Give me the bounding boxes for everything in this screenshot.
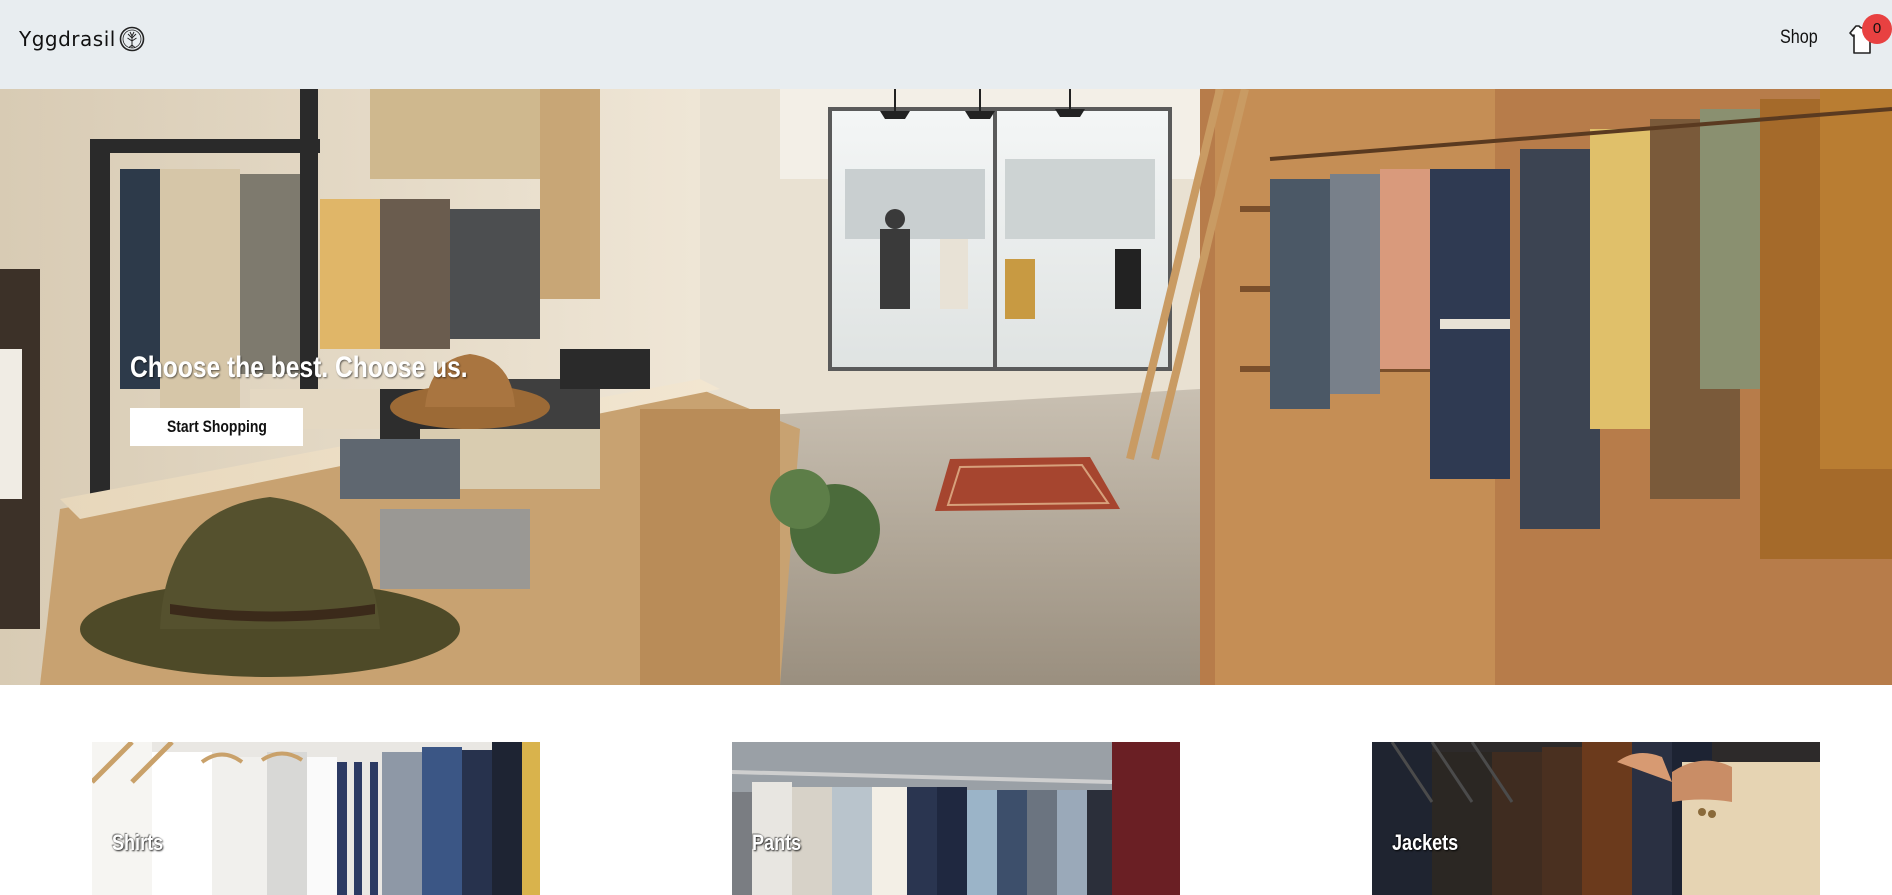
cart-button[interactable]: 0 <box>1846 14 1892 56</box>
start-shopping-label: Start Shopping <box>166 417 267 436</box>
brand-name: Yggdrasil <box>19 27 116 51</box>
hero-banner: Choose the best. Choose us. Start Shoppi… <box>0 89 1892 685</box>
pants-on-rack-image <box>732 742 1180 895</box>
cart-count-badge: 0 <box>1862 14 1892 44</box>
hero-headline: Choose the best. Choose us. <box>130 351 468 384</box>
tree-of-life-icon <box>119 26 145 52</box>
brand-logo-link[interactable]: Yggdrasil <box>19 26 145 52</box>
shirts-on-hangers-image <box>92 742 540 895</box>
category-label: Pants <box>752 830 802 855</box>
site-header: Yggdrasil Shop 0 <box>0 0 1892 89</box>
category-card-pants[interactable]: Pants <box>732 742 1180 895</box>
category-card-jackets[interactable]: Jackets <box>1372 742 1820 895</box>
category-card-shirts[interactable]: Shirts <box>92 742 540 895</box>
store-interior-image <box>0 89 1892 685</box>
start-shopping-button[interactable]: Start Shopping <box>130 408 303 446</box>
category-label: Jackets <box>1392 830 1459 855</box>
nav-link-shop[interactable]: Shop <box>1780 27 1818 49</box>
jackets-on-rack-image <box>1372 742 1820 895</box>
category-label: Shirts <box>112 830 164 855</box>
